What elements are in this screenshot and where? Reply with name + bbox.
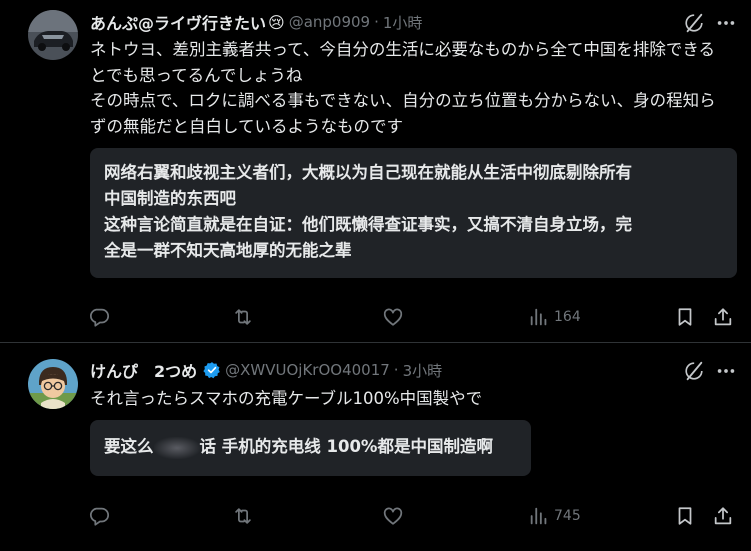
post-text-content: ネトウヨ、差別主義者共って、今自分の生活に必要なものから全て中国を排除できるとで…	[90, 40, 716, 136]
more-icon[interactable]	[715, 12, 737, 34]
translation-box: 网络右翼和歧视主义者们，大概以为自己现在就能从生活中彻底剔除所有 中国制造的东西…	[90, 148, 737, 278]
grok-icon[interactable]	[683, 360, 705, 382]
retweet-icon	[232, 505, 254, 527]
name-emoji: 😢	[268, 12, 285, 32]
reply-icon	[88, 306, 110, 328]
post-time[interactable]: 1小時	[383, 12, 423, 33]
blurred-text	[153, 436, 200, 459]
views-count: 745	[554, 508, 581, 524]
bookmark-icon	[674, 306, 696, 328]
separator-dot: ·	[393, 361, 399, 379]
post-text: ネトウヨ、差別主義者共って、今自分の生活に必要なものから全て中国を排除できるとで…	[90, 37, 730, 139]
post-text-content: それ言ったらスマホの充電ケーブル100%中国製やで	[90, 389, 483, 408]
avatar[interactable]	[28, 359, 78, 409]
reply-button[interactable]	[88, 305, 110, 329]
retweet-icon	[232, 306, 254, 328]
translation-text: 话 手机的充电线 100%都是中国制造啊	[199, 437, 493, 456]
retweet-button[interactable]	[232, 504, 254, 528]
grok-icon[interactable]	[683, 12, 705, 34]
share-icon	[712, 505, 734, 527]
author-handle[interactable]: @XWVUOjKrOO40017	[225, 361, 390, 379]
action-bar: 745	[88, 504, 737, 528]
share-button[interactable]	[712, 504, 734, 528]
translation-line: 网络右翼和歧视主义者们，大概以为自己现在就能从生活中彻底剔除所有	[104, 163, 632, 182]
reply-button[interactable]	[88, 504, 110, 528]
post-header: けんぴ 2つめ @XWVUOjKrOO40017 · 3小時	[90, 358, 731, 382]
post-1[interactable]: あんぷ@ライヴ行きたい 😢 @anp0909 · 1小時 ネトウヨ、差別主義者共…	[0, 0, 751, 343]
like-button[interactable]	[382, 305, 404, 329]
bookmark-icon	[674, 505, 696, 527]
views-icon	[528, 505, 550, 527]
like-button[interactable]	[382, 504, 404, 528]
reply-icon	[88, 505, 110, 527]
author-name[interactable]: けんぴ 2つめ	[90, 358, 197, 382]
separator-dot: ·	[374, 13, 379, 31]
translation-box: 要这么 话 手机的充电线 100%都是中国制造啊	[90, 420, 531, 476]
share-icon	[712, 306, 734, 328]
more-icon[interactable]	[715, 360, 737, 382]
views-count: 164	[554, 309, 581, 325]
translation-line: 这种言论简直就是在自证：他们既懒得查证事实，又搞不清自身立场，完	[104, 215, 632, 234]
translation-line: 全是一群不知天高地厚的无能之辈	[104, 241, 352, 260]
post-text: それ言ったらスマホの充電ケーブル100%中国製やで	[90, 386, 730, 412]
post-header: あんぷ@ライヴ行きたい 😢 @anp0909 · 1小時	[90, 10, 731, 34]
action-bar: 164	[88, 305, 737, 329]
translation-text: 要这么	[104, 437, 154, 456]
post-2[interactable]: けんぴ 2つめ @XWVUOjKrOO40017 · 3小時 それ言ったらスマホ…	[0, 343, 751, 551]
author-handle[interactable]: @anp0909	[289, 13, 370, 31]
bookmark-button[interactable]	[674, 504, 696, 528]
views-button[interactable]: 745	[528, 504, 581, 528]
verified-badge-icon	[203, 361, 221, 379]
share-button[interactable]	[712, 305, 734, 329]
heart-icon	[382, 306, 404, 328]
views-icon	[528, 306, 550, 328]
author-name[interactable]: あんぷ@ライヴ行きたい	[90, 10, 266, 34]
views-button[interactable]: 164	[528, 305, 581, 329]
bookmark-button[interactable]	[674, 305, 696, 329]
avatar[interactable]	[28, 10, 78, 60]
retweet-button[interactable]	[232, 305, 254, 329]
translation-line: 中国制造的东西吧	[104, 189, 236, 208]
post-time[interactable]: 3小時	[403, 360, 443, 381]
heart-icon	[382, 505, 404, 527]
